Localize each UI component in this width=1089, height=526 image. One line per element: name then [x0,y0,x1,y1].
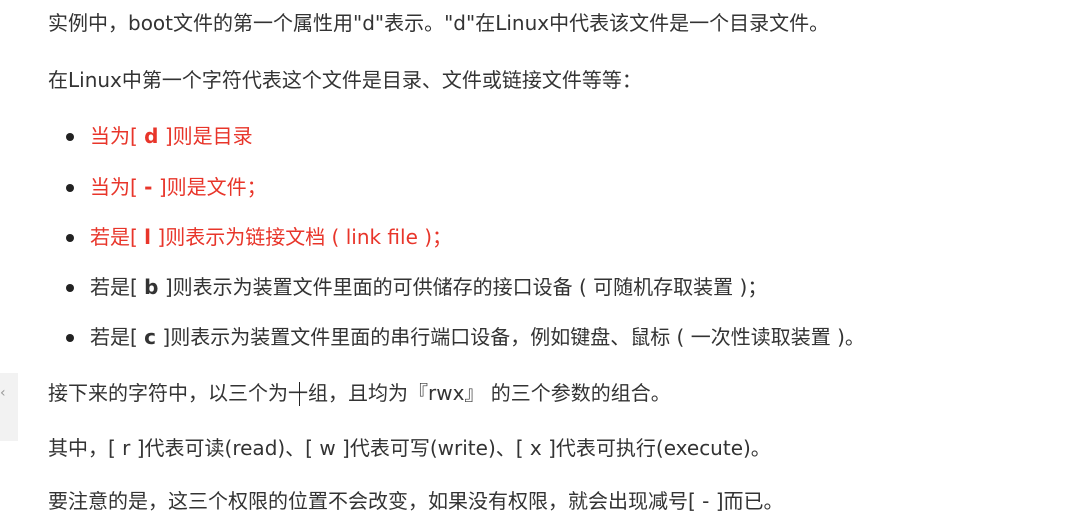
text-cursor [299,382,300,406]
paragraph-rwx-meaning: 其中，[ r ]代表可读(read)、[ w ]代表可写(write)、[ x … [48,436,771,460]
list-item-suffix: ]则表示为链接文档 ( link file )； [151,225,453,249]
paragraph-permission-note: 要注意的是，这三个权限的位置不会改变，如果没有权限，就会出现减号[ - ]而已。 [48,489,784,513]
list-item-directory: 当为[ d ]则是目录 [66,123,253,149]
list-item-prefix: 若是[ [90,275,145,299]
paragraph-boot-attribute: 实例中，boot文件的第一个属性用"d"表示。"d"在Linux中代表该文件是一… [48,11,830,35]
list-item-suffix: ]则表示为装置文件里面的可供储存的接口设备 ( 可随机存取装置 )； [158,275,768,299]
list-item-suffix: ]则表示为装置文件里面的串行端口设备，例如键盘、鼠标 ( 一次性读取装置 )。 [156,325,865,349]
list-item-prefix: 若是[ [90,325,145,349]
list-item-code: d [144,124,159,148]
list-item-code: l [144,225,152,249]
list-item-link: 若是[ l ]则表示为链接文档 ( link file )； [65,224,453,250]
paragraph-first-char-intro: 在Linux中第一个字符代表这个文件是目录、文件或链接文件等等： [48,68,642,92]
list-item-prefix: 当为[ [90,175,145,199]
collapse-arrow-icon[interactable]: ‹ [0,383,10,403]
list-item-block-device: 若是[ b ]则表示为装置文件里面的可供储存的接口设备 ( 可随机存取装置 )； [65,274,768,300]
list-item-code: b [144,275,159,299]
list-item-char-device: 若是[ c ]则表示为装置文件里面的串行端口设备，例如键盘、鼠标 ( 一次性读取… [66,324,865,350]
list-item-prefix: 当为[ [90,124,145,148]
list-item-suffix: ]则是目录 [158,124,253,148]
list-item-code: c [144,325,157,349]
paragraph-rwx-groups: 接下来的字符中，以三个为一组，且均为『rwx』 的三个参数的组合。 [48,381,671,405]
list-item-file: 当为[ - ]则是文件； [66,174,267,200]
list-item-prefix: 若是[ [90,225,145,249]
list-item-suffix: ]则是文件； [152,175,267,199]
